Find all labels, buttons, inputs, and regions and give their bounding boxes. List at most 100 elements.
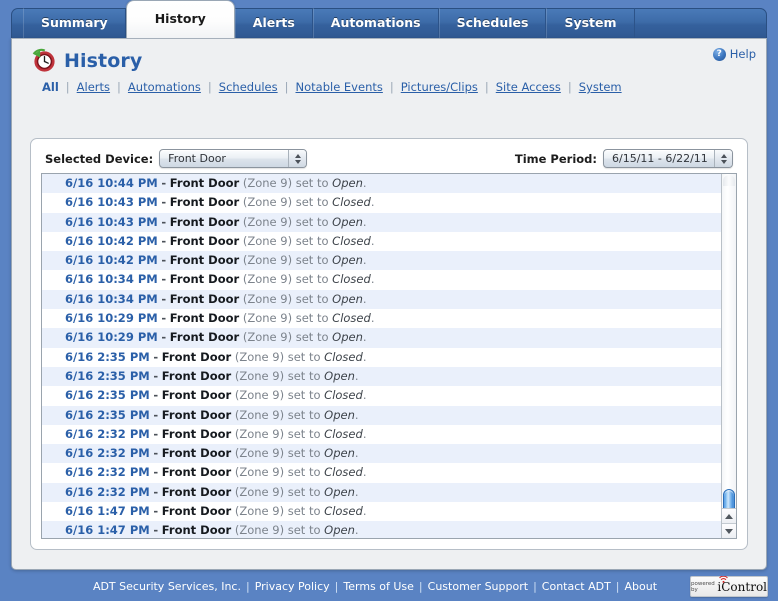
subnav-item-schedules[interactable]: Schedules (212, 80, 285, 94)
event-row[interactable]: 6/16 10:34 PM - Front Door (Zone 9) set … (42, 289, 721, 310)
footer-links: ADT Security Services, Inc. | Privacy Poli… (93, 580, 657, 593)
scrollbar-track[interactable] (723, 175, 735, 186)
event-meta: (Zone 9) set to (234, 504, 321, 519)
subnav-item-all[interactable]: All (42, 80, 66, 94)
event-dash: - (161, 233, 167, 248)
event-state: Open (332, 330, 363, 345)
event-state: Closed (332, 233, 371, 248)
tab-history[interactable]: History (125, 0, 235, 38)
event-state: Closed (324, 504, 363, 519)
event-device: Front Door (161, 388, 232, 403)
event-row[interactable]: 6/16 10:42 PM - Front Door (Zone 9) set … (42, 251, 721, 271)
time-period-select[interactable]: 6/15/11 - 6/22/11 (603, 149, 733, 168)
footer-separator: | (418, 580, 423, 593)
event-device: Front Door (169, 291, 240, 306)
event-timestamp: 6/16 10:34 PM (65, 291, 158, 306)
subnav-item-site-access[interactable]: Site Access (489, 80, 568, 94)
event-dash: - (153, 523, 159, 538)
event-device: Front Door (161, 407, 232, 422)
stepper-arrows-icon[interactable] (288, 150, 307, 167)
event-device: Front Door (169, 195, 240, 210)
event-row[interactable]: 6/16 2:35 PM - Front Door (Zone 9) set t… (42, 386, 721, 405)
help-label: Help (729, 47, 756, 61)
event-row[interactable]: 6/16 1:47 PM - Front Door (Zone 9) set t… (42, 502, 721, 521)
event-row[interactable]: 6/16 10:42 PM - Front Door (Zone 9) set … (42, 232, 721, 251)
event-row[interactable]: 6/16 10:43 PM - Front Door (Zone 9) set … (42, 193, 721, 212)
event-period: . (354, 368, 359, 383)
event-state: Open (324, 368, 355, 383)
event-state: Open (324, 446, 355, 461)
subnav-item-system[interactable]: System (572, 80, 629, 94)
event-timestamp: 6/16 2:32 PM (65, 484, 150, 499)
footer-link[interactable]: Customer Support (428, 580, 528, 593)
event-timestamp: 6/16 10:34 PM (65, 272, 158, 287)
event-period: . (370, 233, 375, 248)
event-device: Front Door (169, 272, 240, 287)
time-period-label: Time Period: (514, 151, 597, 166)
event-row[interactable]: 6/16 2:32 PM - Front Door (Zone 9) set t… (42, 444, 721, 464)
event-list-rows[interactable]: 6/16 10:44 PM - Front Door (Zone 9) set … (42, 174, 721, 538)
event-row[interactable]: 6/16 10:29 PM - Front Door (Zone 9) set … (42, 309, 721, 328)
footer-link[interactable]: About (625, 580, 658, 593)
event-period: . (362, 291, 367, 306)
subnav-item-notable-events[interactable]: Notable Events (289, 80, 390, 94)
footer-link[interactable]: ADT Security Services, Inc. (93, 580, 241, 593)
event-row[interactable]: 6/16 10:34 PM - Front Door (Zone 9) set … (42, 270, 721, 289)
scroll-down-button[interactable] (722, 523, 736, 538)
event-timestamp: 6/16 2:32 PM (65, 465, 150, 480)
selected-device-select[interactable]: Front Door (159, 149, 308, 168)
event-row[interactable]: 6/16 10:44 PM - Front Door (Zone 9) set … (42, 174, 721, 194)
event-dash: - (153, 349, 159, 364)
event-row[interactable]: 6/16 10:43 PM - Front Door (Zone 9) set … (42, 212, 721, 232)
event-row[interactable]: 6/16 2:35 PM - Front Door (Zone 9) set t… (42, 366, 721, 387)
event-period: . (362, 465, 367, 480)
footer-separator: | (533, 580, 537, 593)
filter-controls: Selected Device: Front Door Time Period:… (31, 139, 747, 171)
tab-automations[interactable]: Automations (312, 8, 439, 38)
footer-separator: | (615, 580, 620, 593)
tab-alerts[interactable]: Alerts (234, 8, 313, 38)
event-dash: - (161, 253, 167, 268)
footer-link[interactable]: Terms of Use (343, 580, 414, 593)
event-row[interactable]: 6/16 2:32 PM - Front Door (Zone 9) set t… (42, 463, 721, 482)
vertical-scrollbar[interactable] (721, 174, 736, 538)
event-row[interactable]: 6/16 2:35 PM - Front Door (Zone 9) set t… (42, 405, 721, 425)
footer-link[interactable]: Privacy Policy (255, 580, 330, 593)
event-meta: (Zone 9) set to (242, 272, 329, 287)
event-timestamp: 6/16 2:32 PM (65, 446, 150, 461)
event-timestamp: 6/16 2:35 PM (65, 388, 150, 403)
event-state: Open (324, 523, 355, 538)
event-dash: - (153, 484, 159, 499)
tab-system[interactable]: System (546, 8, 635, 38)
wifi-icon (719, 575, 728, 583)
event-row[interactable]: 6/16 2:35 PM - Front Door (Zone 9) set t… (42, 348, 721, 367)
event-device: Front Door (161, 484, 232, 499)
event-period: . (370, 272, 375, 287)
event-timestamp: 6/16 1:47 PM (65, 523, 150, 538)
event-meta: (Zone 9) set to (234, 388, 321, 403)
event-timestamp: 6/16 10:42 PM (65, 253, 158, 268)
event-state: Closed (332, 311, 371, 326)
event-row[interactable]: 6/16 2:32 PM - Front Door (Zone 9) set t… (42, 425, 721, 444)
event-row[interactable]: 6/16 10:29 PM - Front Door (Zone 9) set … (42, 328, 721, 348)
tab-schedules[interactable]: Schedules (438, 8, 547, 38)
event-meta: (Zone 9) set to (242, 311, 329, 326)
event-meta: (Zone 9) set to (242, 176, 329, 190)
event-row[interactable]: 6/16 1:47 PM - Front Door (Zone 9) set t… (42, 521, 721, 538)
tab-summary[interactable]: Summary (23, 8, 126, 38)
event-meta: (Zone 9) set to (242, 253, 329, 268)
event-device: Front Door (169, 311, 240, 326)
scroll-up-button[interactable] (722, 508, 736, 523)
footer-link[interactable]: Contact ADT (542, 580, 611, 593)
subnav-item-automations[interactable]: Automations (121, 80, 208, 94)
event-state: Open (332, 253, 363, 268)
subnav-item-alerts[interactable]: Alerts (70, 80, 117, 94)
subnav-item-pictures-clips[interactable]: Pictures/Clips (394, 80, 485, 94)
event-row[interactable]: 6/16 2:32 PM - Front Door (Zone 9) set t… (42, 482, 721, 503)
stepper-arrows-icon[interactable] (714, 150, 732, 167)
event-state: Open (332, 214, 363, 229)
event-device: Front Door (169, 176, 240, 190)
content-panel: ? Help History All | Alerts | Automation… (11, 38, 767, 570)
help-link[interactable]: ? Help (712, 47, 756, 61)
event-state: Closed (324, 388, 363, 403)
